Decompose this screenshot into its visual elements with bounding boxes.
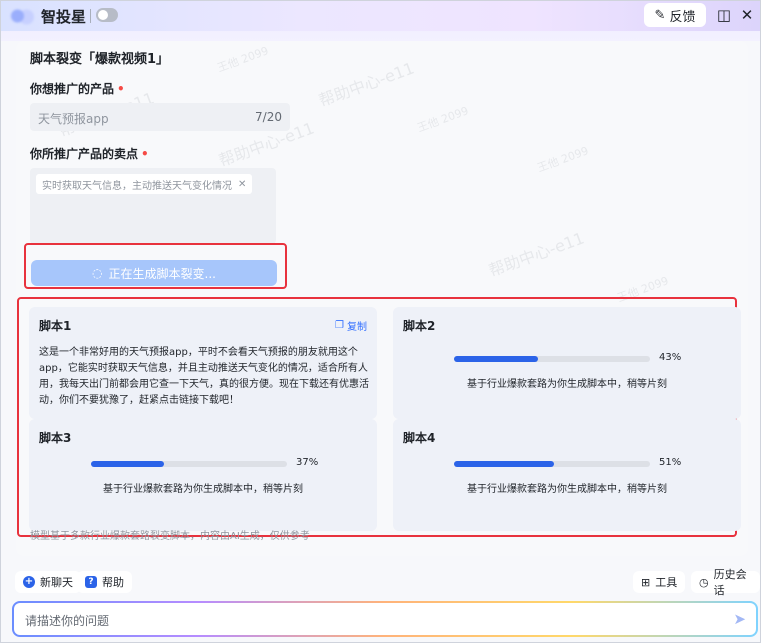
selling-points-field[interactable]: 实时获取天气信息，主动推送天气变化情况 ✕ xyxy=(30,168,276,244)
ai-disclaimer: 模型基于多款行业爆款套路裂变脚本，内容由AI生成，仅供参考 xyxy=(30,531,310,542)
product-input-value: 天气预报app xyxy=(38,112,109,126)
progress-fill xyxy=(454,461,554,467)
app-name: 智投星 xyxy=(41,8,87,26)
script-card-1: 脚本1 ❐ 复制 这是一个非常好用的天气预报app，平时不会看天气预报的朋友就用… xyxy=(29,307,377,419)
product-char-count: 7/20 xyxy=(255,110,282,124)
send-icon[interactable]: ➤ xyxy=(733,610,746,628)
mode-toggle[interactable] xyxy=(96,8,118,22)
tools-button[interactable]: ⊞ 工具 xyxy=(633,571,686,593)
grid-icon: ⊞ xyxy=(641,575,651,589)
title-bar: 智投星 ✎ 反馈 ◫ ✕ xyxy=(1,1,760,31)
feedback-button[interactable]: ✎ 反馈 xyxy=(644,3,706,27)
assistant-window: 智投星 ✎ 反馈 ◫ ✕ 王他 2099 帮助中心-e11 王他 2099 帮助… xyxy=(0,0,761,643)
progress-note: 基于行业爆款套路为你生成脚本中，稍等片刻 xyxy=(467,484,667,495)
help-button[interactable]: ? 帮助 xyxy=(77,571,132,593)
product-label: 你想推广的产品 • xyxy=(30,82,125,96)
copy-icon: ❐ xyxy=(335,320,344,331)
progress-bar xyxy=(454,461,650,467)
progress-percent: 51% xyxy=(659,457,682,468)
script-title: 脚本4 xyxy=(403,431,436,445)
loading-spinner-icon: ◌ xyxy=(92,266,103,280)
progress-bar xyxy=(91,461,287,467)
app-logo-icon xyxy=(7,6,37,26)
help-icon: ? xyxy=(85,576,97,588)
progress-note: 基于行业爆款套路为你生成脚本中，稍等片刻 xyxy=(103,484,303,495)
selling-points-label: 你所推广产品的卖点 • xyxy=(30,147,149,161)
sidebar-toggle-icon[interactable]: ◫ xyxy=(714,5,734,25)
new-chat-button[interactable]: + 新聊天 xyxy=(15,571,81,593)
feedback-label: 反馈 xyxy=(669,9,696,25)
title-divider xyxy=(90,9,91,23)
chat-input-placeholder: 请描述你的问题 xyxy=(25,614,110,628)
progress-percent: 43% xyxy=(659,352,682,363)
remove-tag-icon[interactable]: ✕ xyxy=(238,179,246,190)
progress-note: 基于行业爆款套路为你生成脚本中，稍等片刻 xyxy=(467,379,667,390)
script-card-2: 脚本2 43% 基于行业爆款套路为你生成脚本中，稍等片刻 xyxy=(393,307,741,419)
page-title: 脚本裂变「爆款视频1」 xyxy=(30,52,170,67)
progress-bar xyxy=(454,356,650,362)
generate-highlight: ◌ 正在生成脚本裂变... xyxy=(24,243,287,289)
script-body: 这是一个非常好用的天气预报app，平时不会看天气预报的朋友就用这个app，它能实… xyxy=(39,347,369,406)
history-icon: ◷ xyxy=(699,575,709,589)
progress-fill xyxy=(454,356,539,362)
script-fission-panel: 王他 2099 帮助中心-e11 王他 2099 帮助中心-e11 王他 209… xyxy=(16,41,748,556)
edit-icon: ✎ xyxy=(654,7,666,23)
history-button[interactable]: ◷ 历史会话 xyxy=(691,568,760,597)
scripts-highlight: 脚本1 ❐ 复制 这是一个非常好用的天气预报app，平时不会看天气预报的朋友就用… xyxy=(17,297,741,537)
script-card-4: 脚本4 51% 基于行业爆款套路为你生成脚本中，稍等片刻 xyxy=(393,419,741,531)
script-title: 脚本3 xyxy=(39,431,72,445)
script-title: 脚本2 xyxy=(403,319,436,333)
script-card-3: 脚本3 37% 基于行业爆款套路为你生成脚本中，稍等片刻 xyxy=(29,419,377,531)
progress-percent: 37% xyxy=(296,457,319,468)
generate-button[interactable]: ◌ 正在生成脚本裂变... xyxy=(31,260,277,286)
progress-fill xyxy=(91,461,164,467)
plus-icon: + xyxy=(23,576,35,588)
selling-point-tag: 实时获取天气信息，主动推送天气变化情况 ✕ xyxy=(36,174,253,194)
copy-button[interactable]: ❐ 复制 xyxy=(335,318,367,333)
product-input[interactable]: 天气预报app 7/20 xyxy=(30,103,290,131)
script-title: 脚本1 xyxy=(39,319,72,333)
close-icon[interactable]: ✕ xyxy=(737,5,757,25)
chat-input[interactable]: 请描述你的问题 ➤ xyxy=(12,601,758,637)
